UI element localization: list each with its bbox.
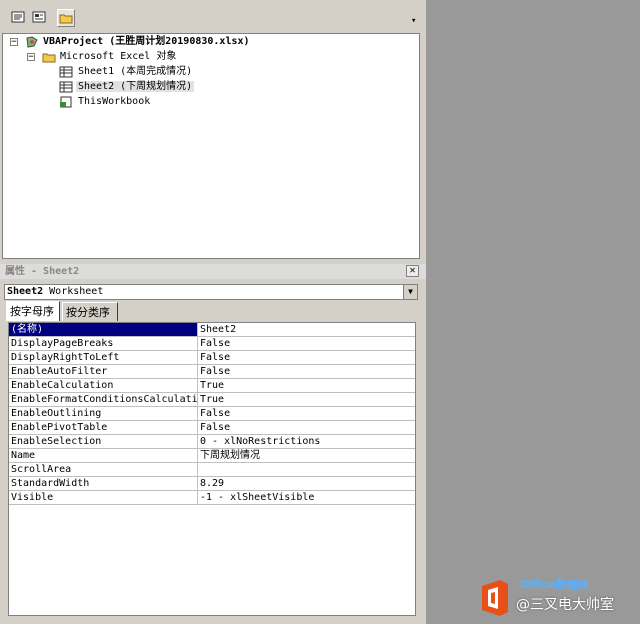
property-value[interactable]: False	[199, 365, 416, 378]
property-row[interactable]: EnablePivotTable False	[9, 421, 415, 435]
vbe-left-panel: ▾ − VBAProject (王胜周计划20190830.xlsx) − Mi…	[0, 0, 426, 624]
property-row[interactable]: EnableCalculation True	[9, 379, 415, 393]
object-selector-value: Sheet2 Worksheet	[7, 285, 103, 299]
folder-icon	[42, 53, 56, 63]
property-value[interactable]: False	[199, 337, 416, 350]
properties-title-bar[interactable]: 属性 - Sheet2 ✕	[0, 264, 426, 279]
property-row[interactable]: StandardWidth 8.29	[9, 477, 415, 491]
property-row[interactable]: Name 下周规划情况	[9, 449, 415, 463]
property-name: DisplayPageBreaks	[9, 337, 198, 350]
property-value[interactable]: Sheet2	[199, 323, 416, 336]
tree-item-label: Microsoft Excel 对象	[60, 51, 177, 62]
properties-scrollbar[interactable]	[418, 300, 426, 624]
tree-item-label: ThisWorkbook	[78, 96, 151, 107]
property-row[interactable]: EnableOutlining False	[9, 407, 415, 421]
property-row[interactable]: EnableSelection 0 - xlNoRestrictions	[9, 435, 415, 449]
tree-item-label: Sheet2 (下周规划情况)	[76, 81, 195, 92]
property-name: Name	[9, 449, 198, 462]
properties-title: 属性 - Sheet2	[5, 266, 80, 277]
property-value[interactable]: True	[199, 379, 416, 392]
toggle-folders-button[interactable]	[57, 9, 75, 27]
tree-item-sheet1[interactable]: Sheet1 (本周完成情况)	[78, 65, 192, 79]
property-name: EnableFormatConditionsCalculation	[11, 393, 198, 406]
watermark: Office教程网 @三叉电大帅室	[476, 574, 640, 624]
property-name: ScrollArea	[9, 463, 198, 476]
watermark-text: @三叉电大帅室	[516, 597, 614, 613]
tree-item-thisworkbook[interactable]: ThisWorkbook	[78, 95, 150, 109]
property-name: Visible	[9, 491, 198, 504]
property-name: (名称)	[9, 323, 198, 336]
object-selector[interactable]: Sheet2 Worksheet ▼	[4, 284, 418, 300]
property-grid[interactable]: (名称) Sheet2 DisplayPageBreaks False Disp…	[8, 322, 416, 616]
property-value[interactable]: -1 - xlSheetVisible	[199, 491, 416, 504]
property-value[interactable]: 8.29	[199, 477, 416, 490]
project-explorer-toolbar: ▾	[0, 0, 422, 32]
property-name: EnableSelection	[9, 435, 198, 448]
workbook-icon	[60, 96, 72, 108]
tab-alphabetic[interactable]: 按字母序	[6, 301, 60, 321]
property-name: EnableCalculation	[9, 379, 198, 392]
property-name: EnablePivotTable	[9, 421, 198, 434]
property-row[interactable]: DisplayPageBreaks False	[9, 337, 415, 351]
chevron-down-icon: ▾	[411, 16, 417, 26]
worksheet-icon	[59, 66, 73, 78]
watermark-brand: Office教程网	[520, 578, 589, 591]
close-icon: ✕	[409, 265, 416, 276]
folder-icon	[59, 14, 73, 24]
property-name: EnableOutlining	[9, 407, 198, 420]
vba-project-icon	[26, 36, 38, 48]
property-name: DisplayRightToLeft	[9, 351, 198, 364]
tree-item-vbaproject[interactable]: VBAProject (王胜周计划20190830.xlsx)	[43, 35, 250, 49]
tree-item-excel-objects[interactable]: Microsoft Excel 对象	[60, 50, 176, 64]
property-value[interactable]: False	[199, 351, 416, 364]
tab-categorized[interactable]: 按分类序	[62, 302, 118, 321]
chevron-down-icon[interactable]: ▼	[403, 285, 417, 299]
property-value[interactable]: 0 - xlNoRestrictions	[199, 435, 416, 448]
view-code-icon	[11, 11, 25, 23]
property-name: StandardWidth	[9, 477, 198, 490]
property-value[interactable]: False	[199, 407, 416, 420]
tree-item-label: VBAProject (王胜周计划20190830.xlsx)	[43, 36, 250, 47]
project-tree[interactable]: − VBAProject (王胜周计划20190830.xlsx) − Micr…	[2, 33, 420, 259]
collapse-project-toggle[interactable]: −	[10, 38, 18, 47]
tree-item-sheet2[interactable]: Sheet2 (下周规划情况)	[76, 80, 195, 94]
property-value[interactable]	[199, 463, 416, 476]
property-row[interactable]: EnableAutoFilter False	[9, 365, 415, 379]
view-object-button[interactable]	[31, 9, 49, 27]
worksheet-icon	[59, 81, 73, 93]
close-button[interactable]: ✕	[406, 265, 419, 277]
object-name: Sheet2	[7, 286, 44, 297]
object-type: Worksheet	[49, 286, 104, 297]
toolbar-overflow-button[interactable]: ▾	[410, 0, 422, 32]
view-object-icon	[32, 11, 46, 23]
property-value[interactable]: True	[199, 393, 416, 406]
collapse-folder-toggle[interactable]: −	[27, 53, 35, 62]
property-name: EnableAutoFilter	[9, 365, 198, 378]
office-logo-icon	[482, 580, 508, 616]
property-row[interactable]: ScrollArea	[9, 463, 415, 477]
property-row[interactable]: DisplayRightToLeft False	[9, 351, 415, 365]
property-value[interactable]: False	[199, 421, 416, 434]
view-code-button[interactable]	[10, 9, 28, 27]
property-row[interactable]: (名称) Sheet2	[9, 323, 415, 337]
code-workspace	[426, 0, 640, 624]
property-row[interactable]: Visible -1 - xlSheetVisible	[9, 491, 415, 505]
property-row[interactable]: EnableFormatConditionsCalculation True	[9, 393, 415, 407]
property-value[interactable]: 下周规划情况	[199, 449, 416, 462]
tree-item-label: Sheet1 (本周完成情况)	[78, 66, 193, 77]
